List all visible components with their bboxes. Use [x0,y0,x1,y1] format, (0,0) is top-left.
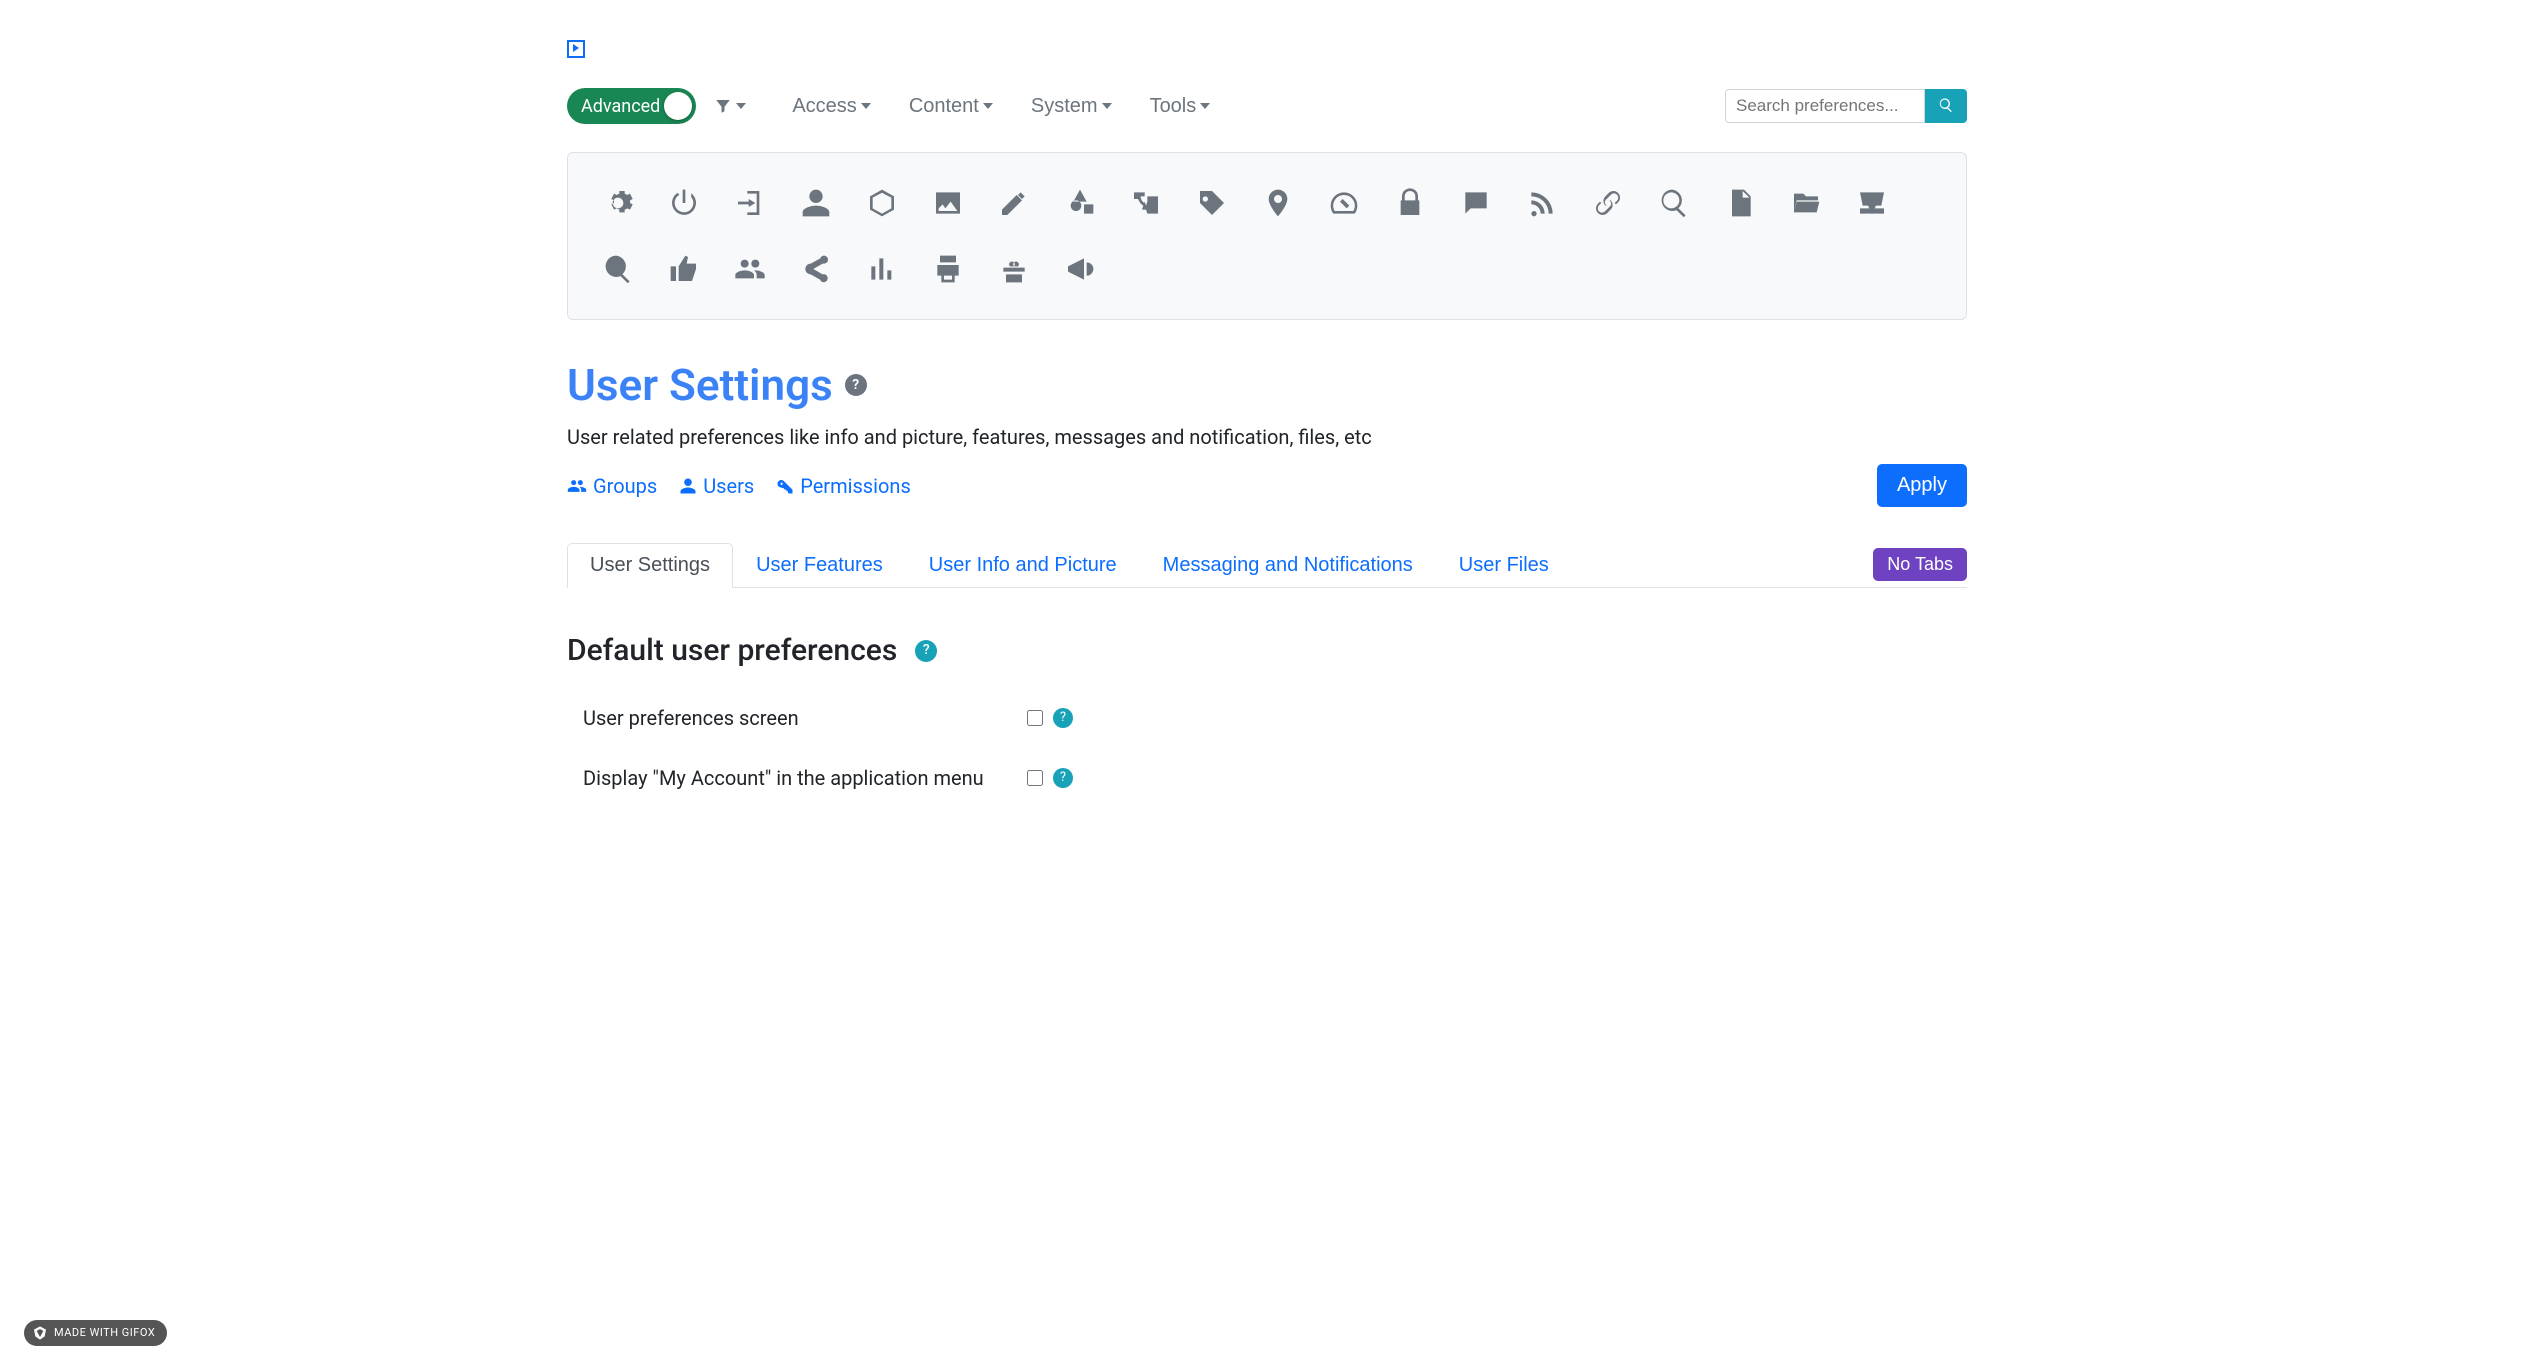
share-icon[interactable] [796,249,836,289]
gauge-icon[interactable] [1324,183,1364,223]
pref-row-my-account-menu: Display "My Account" in the application … [567,763,1967,793]
user-icon [679,477,697,495]
search-icon [1938,97,1954,113]
tabs: User Settings User Features User Info an… [567,543,1967,588]
comment-icon[interactable] [1456,183,1496,223]
bullhorn-icon[interactable] [1060,249,1100,289]
search-wrap [1725,89,1967,123]
advanced-toggle[interactable]: Advanced [567,88,696,124]
section-heading: Default user preferences ? [567,628,1967,673]
nav-system[interactable]: System [1017,89,1126,124]
search-button[interactable] [1925,89,1967,123]
help-icon[interactable]: ? [845,374,867,396]
top-toolbar: Advanced Access Content System Tools [567,80,1967,132]
advanced-toggle-label: Advanced [581,93,660,120]
bar-chart-icon[interactable] [862,249,902,289]
tab-user-settings[interactable]: User Settings [567,543,733,587]
permissions-link[interactable]: Permissions [776,471,911,501]
tab-messaging-notifications[interactable]: Messaging and Notifications [1140,543,1436,587]
key-icon [776,477,794,495]
page-title: User Settings ? [567,352,1967,418]
help-icon[interactable]: ? [915,640,937,662]
power-icon[interactable] [664,183,704,223]
page-description: User related preferences like info and p… [567,422,1967,452]
link-icon[interactable] [1588,183,1628,223]
groups-link[interactable]: Groups [567,471,657,501]
pref-row-user-pref-screen: User preferences screen ? [567,703,1967,733]
gift-icon[interactable] [994,249,1034,289]
caret-down-icon [736,103,746,109]
inbox-icon[interactable] [1852,183,1892,223]
caret-down-icon [983,103,993,109]
caret-down-icon [1200,103,1210,109]
tab-user-features[interactable]: User Features [733,543,906,587]
category-icon-grid [567,152,1967,320]
tab-user-files[interactable]: User Files [1436,543,1572,587]
checkbox-my-account-menu[interactable] [1027,770,1043,786]
group-icon[interactable] [730,249,770,289]
field-label: Display "My Account" in the application … [567,763,1027,793]
nav-access[interactable]: Access [778,89,884,124]
nav-tools[interactable]: Tools [1136,89,1225,124]
caret-down-icon [861,103,871,109]
apply-button[interactable]: Apply [1877,464,1967,507]
image-icon[interactable] [928,183,968,223]
file-icon[interactable] [1720,183,1760,223]
field-label: User preferences screen [567,703,1027,733]
search-input[interactable] [1725,89,1925,123]
lock-icon[interactable] [1390,183,1430,223]
rss-icon[interactable] [1522,183,1562,223]
action-links: Groups Users Permissions [567,471,911,501]
filter-icon [714,97,732,115]
shapes-icon[interactable] [1060,183,1100,223]
zoom-in-icon[interactable] [598,249,638,289]
help-icon[interactable]: ? [1053,768,1073,788]
print-icon[interactable] [928,249,968,289]
group-icon [567,476,587,496]
nav-menu: Access Content System Tools [778,89,1224,124]
no-tabs-button[interactable]: No Tabs [1873,548,1967,581]
language-icon[interactable] [1126,183,1166,223]
filter-dropdown[interactable] [704,91,756,121]
caret-down-icon [1102,103,1112,109]
search-icon[interactable] [1654,183,1694,223]
users-link[interactable]: Users [679,471,754,501]
login-icon[interactable] [730,183,770,223]
checkbox-user-pref-screen[interactable] [1027,710,1043,726]
fox-icon [32,1325,48,1341]
user-icon[interactable] [796,183,836,223]
cube-icon[interactable] [862,183,902,223]
nav-content[interactable]: Content [895,89,1007,124]
expand-panel-button[interactable] [567,40,585,58]
help-icon[interactable]: ? [1053,708,1073,728]
gifox-badge: MADE WITH GIFOX [24,1320,167,1347]
action-row: Groups Users Permissions Apply [567,464,1967,507]
toggle-knob [664,92,692,120]
map-pin-icon[interactable] [1258,183,1298,223]
thumbs-up-icon[interactable] [664,249,704,289]
folder-open-icon[interactable] [1786,183,1826,223]
edit-icon[interactable] [994,183,1034,223]
tag-icon[interactable] [1192,183,1232,223]
tab-user-info-picture[interactable]: User Info and Picture [906,543,1140,587]
gear-icon[interactable] [598,183,638,223]
